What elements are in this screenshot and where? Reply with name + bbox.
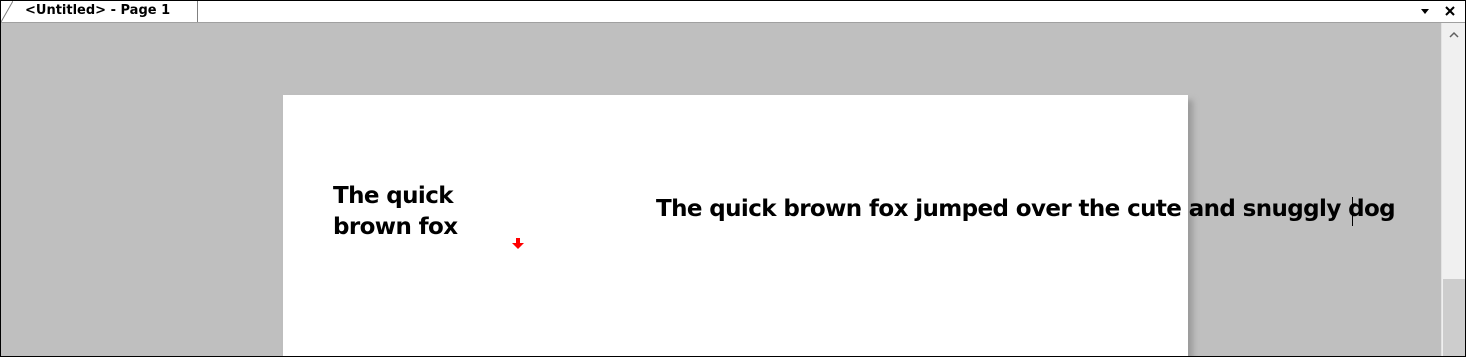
dropdown-arrow-icon[interactable] xyxy=(1419,6,1431,16)
text-box-short[interactable]: The quick brown fox xyxy=(333,181,468,243)
document-canvas[interactable]: The quick brown fox The quick brown fox … xyxy=(1,23,1441,356)
vertical-scrollbar[interactable] xyxy=(1441,23,1466,356)
text-cursor xyxy=(1352,197,1353,226)
editor-window: <Untitled> - Page 1 The quick brown fox … xyxy=(0,0,1466,357)
red-down-arrow-icon xyxy=(512,238,524,249)
scroll-thumb[interactable] xyxy=(1443,279,1465,356)
document-tab[interactable]: <Untitled> - Page 1 xyxy=(1,1,198,22)
tab-title: <Untitled> - Page 1 xyxy=(25,3,171,18)
document-page[interactable]: The quick brown fox The quick brown fox … xyxy=(283,95,1396,356)
tab-strip: <Untitled> - Page 1 xyxy=(1,1,1465,23)
chevron-up-icon[interactable] xyxy=(1442,23,1466,47)
close-icon[interactable] xyxy=(1443,4,1457,18)
text-box-long[interactable]: The quick brown fox jumped over the cute… xyxy=(656,194,1396,225)
tab-edge xyxy=(1,1,13,22)
